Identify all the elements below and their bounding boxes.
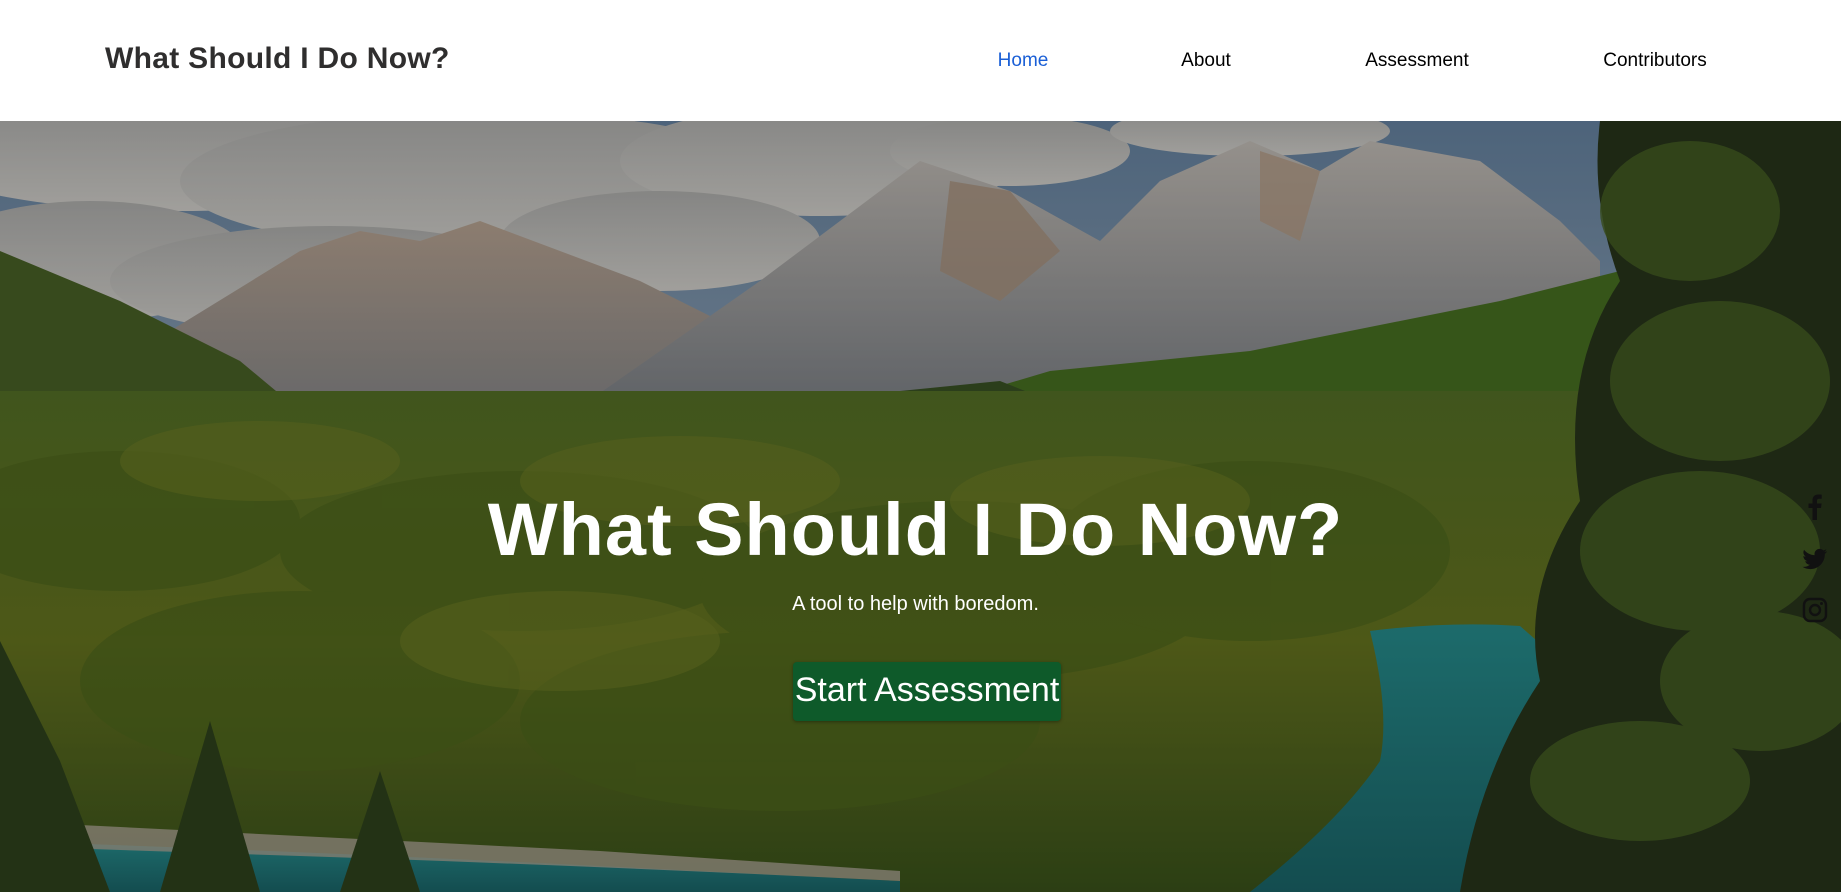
- twitter-icon[interactable]: [1800, 543, 1830, 573]
- hero-subtitle: A tool to help with boredom.: [792, 593, 1039, 615]
- hero-title: What Should I Do Now?: [487, 488, 1344, 571]
- nav-item-home[interactable]: Home: [998, 50, 1049, 72]
- nav-item-contributors[interactable]: Contributors: [1603, 50, 1707, 72]
- main-nav: Home About Assessment Contributors: [0, 50, 1841, 76]
- nav-item-assessment[interactable]: Assessment: [1365, 50, 1468, 72]
- nav-item-about[interactable]: About: [1181, 50, 1231, 72]
- hero-section: What Should I Do Now? A tool to help wit…: [0, 121, 1841, 892]
- facebook-icon[interactable]: [1800, 491, 1830, 521]
- site-header: What Should I Do Now? Home About Assessm…: [0, 0, 1841, 121]
- social-bar: [1800, 491, 1830, 626]
- instagram-icon[interactable]: [1800, 595, 1830, 625]
- start-assessment-button[interactable]: Start Assessment: [793, 662, 1061, 721]
